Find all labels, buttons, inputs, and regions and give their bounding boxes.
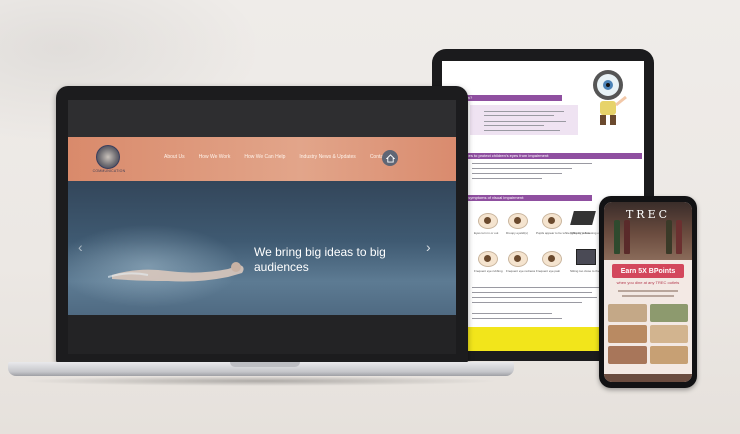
symptom-label: Frequent eye rubbing [474, 269, 503, 273]
food-photo-grid [608, 304, 688, 364]
laptop-notch [230, 362, 300, 367]
screen-top-bar [68, 100, 456, 137]
food-photo [649, 325, 688, 343]
phone-screen: TREC Earn 5X BPoints when you dine at an… [604, 202, 692, 382]
laptop-device: COMMUNICATION About Us How We Work How W… [56, 86, 468, 364]
good-practices-title: Good practices to protect children's eye… [446, 153, 550, 158]
food-photo [608, 325, 647, 343]
hero-title: We bring big ideas to big audiences [254, 245, 386, 274]
promo-title: Earn 5X BPoints [620, 267, 676, 275]
eye-icon [542, 251, 562, 267]
main-nav: About Us How We Work How We Can Help Ind… [164, 154, 395, 160]
laptop-screen: COMMUNICATION About Us How We Work How W… [68, 100, 456, 354]
symptom-label: Droopy eyelid(s) [506, 231, 528, 235]
site-header: COMMUNICATION About Us How We Work How W… [68, 137, 456, 181]
food-photo [608, 304, 647, 322]
promo-subtitle: when you dine at any TREC outlets [616, 280, 680, 285]
hero-banner: ‹ We bring big ideas to big audiences › [68, 181, 456, 315]
good-practices-band: Good practices to protect children's eye… [442, 153, 642, 159]
tree-logo-icon[interactable] [96, 145, 120, 169]
screen-bottom-strip [68, 315, 456, 354]
eye-icon [478, 251, 498, 267]
cartoon-boy-magnifier-icon [593, 70, 627, 125]
home-button[interactable] [382, 150, 398, 166]
phone-device: TREC Earn 5X BPoints when you dine at an… [599, 196, 697, 388]
laptop-base [8, 362, 514, 376]
facts-box [470, 105, 578, 135]
television-icon [576, 249, 596, 265]
nav-how-we-work[interactable]: How We Work [199, 154, 231, 160]
nav-about-us[interactable]: About Us [164, 154, 185, 160]
restaurant-photo: TREC [604, 202, 692, 260]
eye-icon [508, 251, 528, 267]
symptom-label: Frequent eye pain [536, 269, 561, 273]
nav-industry-news[interactable]: Industry News & Updates [299, 154, 355, 160]
eye-icon [542, 213, 562, 229]
laptop-icon [570, 211, 596, 225]
promo-banner[interactable]: Earn 5X BPoints [612, 264, 684, 278]
swimmer-image [108, 262, 244, 282]
symptom-label: Eyes turn in or out [474, 231, 499, 235]
carousel-next-button[interactable]: › [426, 239, 431, 255]
laptop-shadow [20, 376, 500, 386]
symptom-label: Frequent eye redness [506, 269, 536, 273]
eye-icon [478, 213, 498, 229]
carousel-prev-button[interactable]: ‹ [78, 239, 83, 255]
nav-how-we-can-help[interactable]: How We Can Help [244, 154, 285, 160]
food-photo [608, 346, 647, 364]
trec-logo: TREC [625, 208, 671, 221]
food-photo [649, 304, 688, 322]
eye-icon [508, 213, 528, 229]
logo-text: COMMUNICATION [92, 169, 126, 173]
phone-footer [604, 374, 692, 382]
food-photo [649, 346, 688, 364]
home-icon [385, 153, 395, 163]
